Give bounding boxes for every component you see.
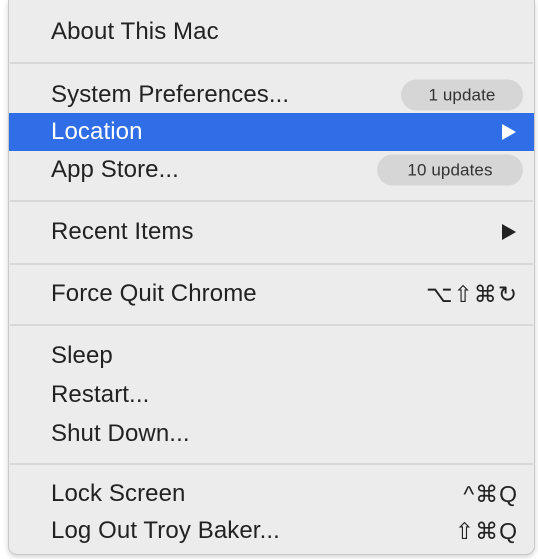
keyboard-shortcut: ⇧⌘Q (454, 517, 518, 544)
menu-item-label: Sleep (51, 342, 113, 369)
submenu-arrow-icon (502, 224, 516, 240)
menu-item-log-out[interactable]: Log Out Troy Baker... ⇧⌘Q (9, 512, 534, 550)
menu-item-label: Lock Screen (51, 480, 186, 507)
menu-item-about-this-mac[interactable]: About This Mac (9, 13, 534, 51)
menu-item-location[interactable]: Location (9, 113, 534, 151)
menu-item-sleep[interactable]: Sleep (9, 337, 534, 375)
menu-separator (10, 200, 533, 202)
menu-separator (10, 463, 533, 465)
menu-item-system-preferences[interactable]: System Preferences... 1 update (9, 76, 534, 114)
menu-item-label: System Preferences... (51, 81, 290, 108)
menu-separator (10, 62, 533, 64)
menu-item-recent-items[interactable]: Recent Items (9, 213, 534, 251)
menu-item-lock-screen[interactable]: Lock Screen ^⌘Q (9, 475, 534, 513)
menu-item-label: Restart... (51, 381, 150, 408)
update-count-badge: 10 updates (377, 154, 523, 186)
update-count-badge: 1 update (401, 79, 523, 111)
menu-item-label: Force Quit Chrome (51, 280, 257, 307)
menu-item-label: Shut Down... (51, 420, 190, 447)
keyboard-shortcut: ⌥⇧⌘↻ (425, 280, 518, 307)
menu-separator (10, 263, 533, 265)
menu-item-restart[interactable]: Restart... (9, 376, 534, 414)
keyboard-shortcut: ^⌘Q (463, 480, 518, 507)
menu-item-label: Recent Items (51, 218, 194, 245)
submenu-arrow-icon (502, 124, 516, 140)
menu-item-label: About This Mac (51, 18, 219, 45)
menu-separator (10, 324, 533, 326)
menu-item-label: Log Out Troy Baker... (51, 517, 280, 544)
menu-item-label: Location (51, 118, 143, 145)
menu-item-label: App Store... (51, 156, 179, 183)
apple-menu: About This Mac System Preferences... 1 u… (8, 0, 535, 555)
menu-item-shut-down[interactable]: Shut Down... (9, 415, 534, 453)
menu-item-app-store[interactable]: App Store... 10 updates (9, 151, 534, 189)
menu-item-force-quit[interactable]: Force Quit Chrome ⌥⇧⌘↻ (9, 275, 534, 313)
